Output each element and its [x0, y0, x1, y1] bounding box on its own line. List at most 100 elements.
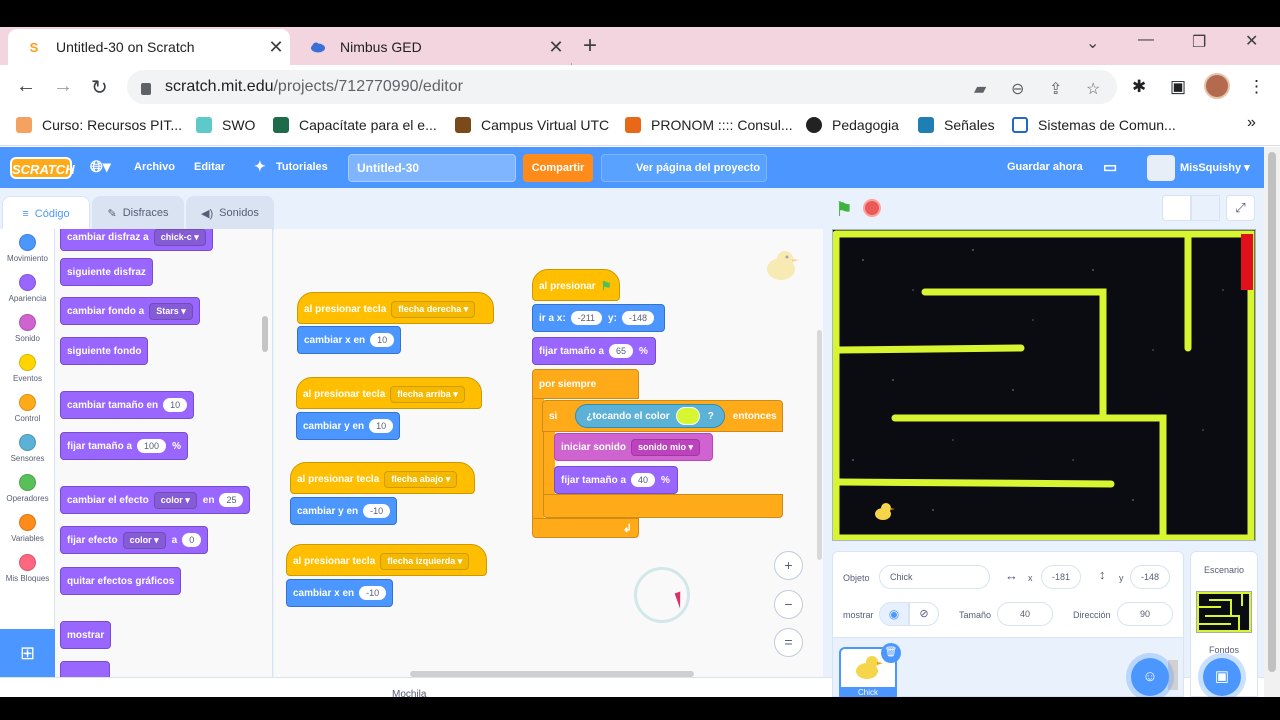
sound-dropdown[interactable]: sonido mio: [631, 438, 701, 456]
back-icon[interactable]: ←: [16, 75, 36, 98]
zoom-reset-button[interactable]: =: [774, 628, 803, 657]
large-stage-button[interactable]: [1191, 195, 1220, 221]
if-then-block[interactable]: si ¿tocando el color? entonces: [542, 400, 783, 432]
green-flag-icon[interactable]: ⚑: [835, 197, 853, 222]
category-sensing[interactable]: Sensores: [0, 434, 55, 463]
key-dropdown[interactable]: flecha abajo: [384, 470, 458, 488]
category-motion[interactable]: Movimiento: [0, 234, 55, 263]
tab-code[interactable]: ≡ Código: [2, 196, 90, 230]
extensions-icon[interactable]: ✱: [1132, 77, 1146, 97]
category-variables[interactable]: Variables: [0, 514, 55, 543]
fullscreen-icon[interactable]: ⤢: [1226, 195, 1255, 221]
bookmark-item[interactable]: Campus Virtual UTC: [455, 117, 609, 133]
number-input[interactable]: 40: [631, 473, 656, 487]
add-sprite-button[interactable]: ☺: [1131, 658, 1169, 696]
tab-costumes[interactable]: ✎ Disfraces: [92, 196, 184, 230]
palette-block-switch-costume[interactable]: cambiar disfraz a chick-c: [60, 229, 213, 251]
new-tab-icon[interactable]: +: [583, 32, 597, 60]
delete-sprite-icon[interactable]: 🗑︎: [881, 643, 901, 663]
bookmark-item[interactable]: Capacítate para el e...: [273, 117, 437, 133]
bookmark-item[interactable]: Curso: Recursos PIT...: [16, 117, 182, 133]
palette-block-set-effect[interactable]: fijar efectocolora0: [60, 526, 209, 554]
sprite-name-input[interactable]: Chick: [879, 565, 990, 589]
palette-block-hide[interactable]: [60, 661, 110, 677]
add-extension-button[interactable]: ⊞: [0, 629, 55, 677]
small-stage-button[interactable]: [1162, 195, 1191, 221]
tab-search-icon[interactable]: ⌄: [1086, 33, 1099, 53]
change-x-block[interactable]: cambiar x en 10: [297, 326, 402, 354]
add-backdrop-button[interactable]: ▣: [1203, 658, 1241, 696]
bookmark-item[interactable]: Sistemas de Comun...: [1012, 117, 1176, 133]
bookmark-item[interactable]: PRONOM :::: Consul...: [625, 117, 793, 133]
when-key-pressed-block[interactable]: al presionar tecla flecha abajo: [290, 462, 475, 494]
menu-username[interactable]: MisSquishy ▾: [1180, 161, 1250, 174]
touching-color-block[interactable]: ¿tocando el color?: [575, 404, 725, 428]
zoom-out-button[interactable]: −: [774, 590, 803, 619]
bookmark-item[interactable]: Pedagogia: [806, 117, 899, 133]
menu-edit[interactable]: Editar: [194, 161, 225, 173]
code-vertical-scrollbar[interactable]: [817, 330, 822, 560]
backdrop-dropdown[interactable]: Stars: [149, 302, 193, 320]
effect-dropdown[interactable]: color: [153, 491, 197, 509]
palette-block-clear-effects[interactable]: quitar efectos gráficos: [60, 567, 182, 595]
tab-sounds[interactable]: ◀) Sonidos: [186, 196, 274, 230]
scrollbar-thumb[interactable]: [1268, 152, 1276, 672]
address-bar[interactable]: scratch.mit.edu/projects/712770990/edito…: [127, 70, 1117, 104]
number-input[interactable]: -10: [363, 504, 391, 518]
change-y-block[interactable]: cambiar y en -10: [290, 497, 398, 525]
x-input[interactable]: -181: [1041, 565, 1081, 589]
change-x-block[interactable]: cambiar x en -10: [286, 579, 394, 607]
backdrop-thumbnail[interactable]: [1196, 591, 1252, 633]
more-bookmarks-button[interactable]: »: [1247, 114, 1256, 132]
size-input[interactable]: 40: [997, 602, 1053, 626]
reload-icon[interactable]: ↻: [91, 75, 108, 100]
start-sound-block[interactable]: iniciar sonido sonido mio: [554, 433, 713, 461]
zoom-in-button[interactable]: +: [774, 551, 803, 580]
when-flag-clicked-block[interactable]: al presionar ⚑: [532, 269, 620, 301]
palette-block-show[interactable]: mostrar: [60, 621, 112, 649]
number-input[interactable]: 10: [370, 333, 395, 347]
browser-tab-scratch[interactable]: S Untitled-30 on Scratch ✕: [8, 29, 290, 65]
forever-block[interactable]: por siempre: [532, 369, 639, 399]
palette-block-change-size[interactable]: cambiar tamaño en 10: [60, 391, 195, 419]
category-my-blocks[interactable]: Mis Bloques: [0, 554, 55, 583]
category-events[interactable]: Eventos: [0, 354, 55, 383]
share-icon[interactable]: ⇪: [1049, 79, 1062, 99]
color-swatch[interactable]: [675, 407, 700, 425]
number-input[interactable]: 100: [137, 439, 167, 453]
change-y-block[interactable]: cambiar y en 10: [296, 412, 401, 440]
palette-block-next-backdrop[interactable]: siguiente fondo: [60, 337, 149, 365]
number-input[interactable]: 10: [163, 398, 188, 412]
bookmark-item[interactable]: SWO: [196, 117, 255, 133]
y-input[interactable]: -148: [1130, 565, 1170, 589]
palette-block-set-size[interactable]: fijar tamaño a 100%: [60, 432, 188, 460]
forward-icon[interactable]: →: [53, 75, 73, 98]
costume-dropdown[interactable]: chick-c: [153, 229, 206, 246]
go-to-xy-block[interactable]: ir a x: -211 y: -148: [532, 304, 665, 332]
scratch-logo[interactable]: SCRATCH: [10, 157, 75, 179]
stage-canvas[interactable]: [832, 229, 1256, 541]
set-size-block[interactable]: fijar tamaño a 40%: [554, 466, 678, 494]
number-input[interactable]: 10: [369, 419, 394, 433]
category-operators[interactable]: Operadores: [0, 474, 55, 503]
key-dropdown[interactable]: flecha arriba: [390, 385, 465, 403]
category-sound[interactable]: Sonido: [0, 314, 55, 343]
camera-icon[interactable]: ▰: [974, 79, 986, 99]
side-panel-icon[interactable]: ▣: [1170, 77, 1186, 97]
number-input[interactable]: 65: [609, 344, 634, 358]
when-key-pressed-block[interactable]: al presionar tecla flecha arriba: [296, 377, 482, 409]
share-button[interactable]: Compartir: [523, 154, 593, 182]
menu-dots-icon[interactable]: ⋮: [1248, 77, 1265, 97]
category-control[interactable]: Control: [0, 394, 55, 423]
language-globe-icon[interactable]: 🌐︎▾: [90, 157, 111, 177]
menu-file[interactable]: Archivo: [134, 161, 175, 173]
page-scrollbar[interactable]: [1264, 147, 1280, 697]
bookmark-star-icon[interactable]: ☆: [1086, 79, 1100, 99]
key-dropdown[interactable]: flecha derecha: [391, 300, 476, 318]
palette-block-next-costume[interactable]: siguiente disfraz: [60, 258, 153, 286]
browser-tab-nimbus[interactable]: Nimbus GED ✕: [292, 29, 570, 65]
when-key-pressed-block[interactable]: al presionar tecla flecha derecha: [297, 292, 494, 324]
show-visible-button[interactable]: ◉: [879, 602, 909, 626]
effect-dropdown[interactable]: color: [122, 531, 166, 549]
minimize-icon[interactable]: —: [1138, 31, 1154, 49]
